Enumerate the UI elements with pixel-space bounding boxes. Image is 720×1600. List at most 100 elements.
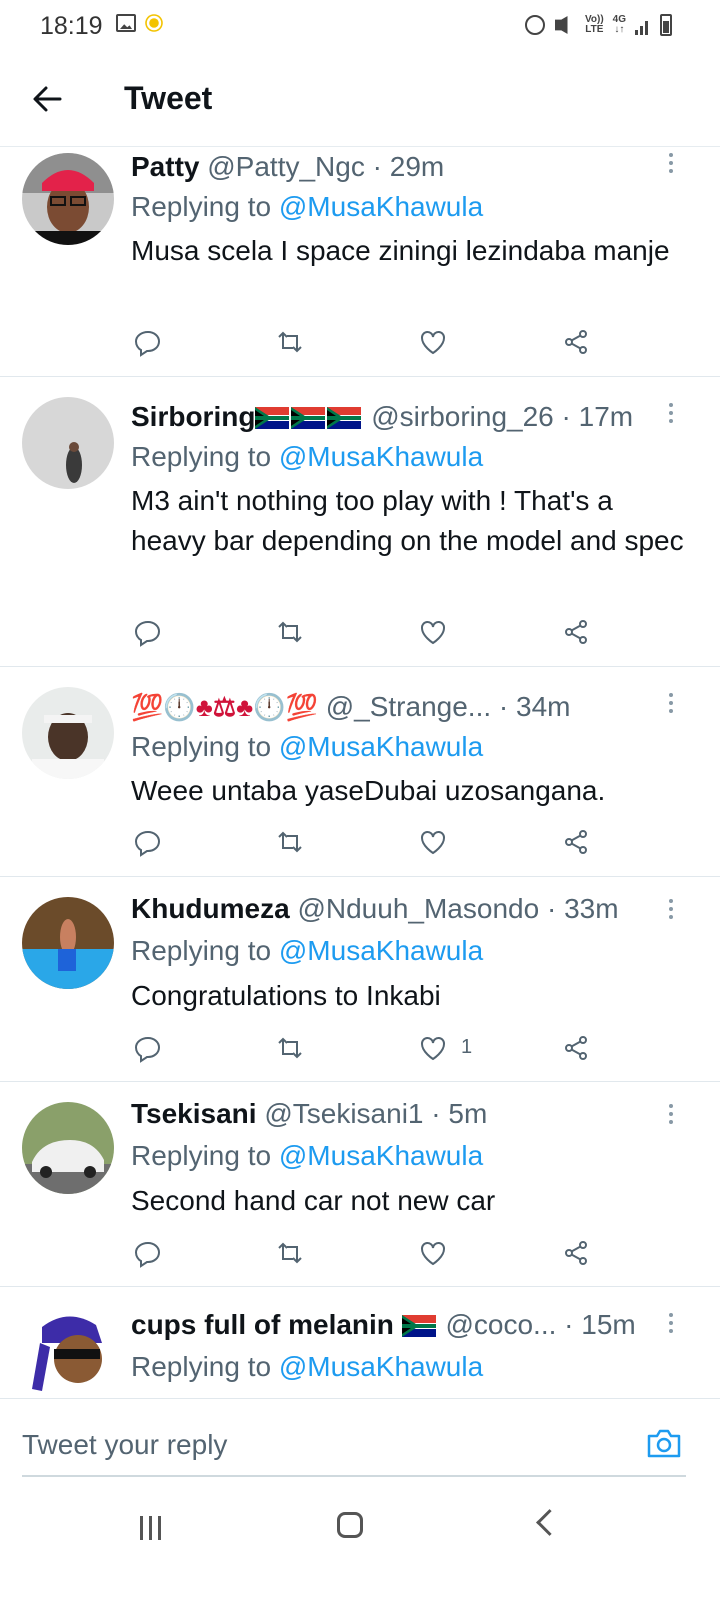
camera-icon: [647, 1429, 681, 1458]
replying-prefix: Replying to: [131, 1140, 279, 1171]
status-time: 18:19: [40, 12, 103, 40]
more-options-button[interactable]: [664, 1313, 678, 1337]
signal-icon: [635, 15, 651, 35]
retweet-button[interactable]: [275, 327, 305, 357]
mention-link[interactable]: @MusaKhawula: [279, 191, 483, 222]
camera-button[interactable]: [646, 1427, 682, 1459]
handle[interactable]: @_Strange...: [326, 691, 491, 722]
share-icon: [565, 620, 587, 644]
reply-item[interactable]: Sirboring @sirboring_26 · 17m Replying t…: [0, 377, 720, 667]
display-name[interactable]: cups full of melanin: [131, 1309, 438, 1340]
south-africa-flag-icon: [255, 407, 290, 429]
reply-text: Musa scela I space ziningi lezindaba man…: [131, 235, 670, 266]
heart-icon: [421, 621, 445, 645]
replying-prefix: Replying to: [131, 935, 279, 966]
avatar[interactable]: [22, 153, 114, 245]
reply-header: Sirboring @sirboring_26 · 17m: [131, 401, 634, 432]
reply-header: 💯🕛♣⚖♣🕛💯 @_Strange... · 34m: [131, 691, 571, 723]
replying-prefix: Replying to: [131, 191, 279, 222]
reply-text: Weee untaba yaseDubai uzosangana.: [131, 775, 606, 806]
avatar[interactable]: [22, 1102, 114, 1194]
volte-bottom: LTE: [585, 24, 604, 35]
reply-header: cups full of melanin @coco... · 15m: [131, 1309, 636, 1340]
replying-to: Replying to @MusaKhawula: [131, 1140, 483, 1172]
reply-item[interactable]: Tsekisani @Tsekisani1 · 5m Replying to @…: [0, 1082, 720, 1287]
handle[interactable]: @Tsekisani1: [264, 1098, 423, 1129]
reply-item[interactable]: Patty @Patty_Ngc · 29m Replying to @Musa…: [0, 147, 720, 377]
handle[interactable]: @coco...: [445, 1309, 556, 1340]
retweet-button[interactable]: [275, 827, 305, 857]
avatar[interactable]: [22, 897, 114, 989]
alarm-icon: [524, 15, 545, 35]
more-options-button[interactable]: [664, 403, 678, 427]
south-africa-flag-icon: [401, 1315, 436, 1337]
like-button[interactable]: [418, 1033, 448, 1063]
reply-button[interactable]: [133, 327, 163, 357]
reply-button[interactable]: [133, 1238, 163, 1268]
action-bar: [133, 327, 603, 357]
comment-icon: [134, 830, 161, 857]
more-options-button[interactable]: [664, 693, 678, 717]
retweet-icon: [278, 621, 302, 643]
like-button[interactable]: [418, 327, 448, 357]
mention-link[interactable]: @MusaKhawula: [279, 935, 483, 966]
home-button[interactable]: [337, 1512, 363, 1538]
share-button[interactable]: [561, 617, 591, 647]
avatar[interactable]: [22, 687, 114, 779]
handle[interactable]: @Nduuh_Masondo: [297, 893, 539, 924]
display-name[interactable]: 💯🕛♣⚖♣🕛💯: [131, 692, 318, 723]
mention-link[interactable]: @MusaKhawula: [279, 1140, 483, 1171]
recent-apps-button[interactable]: [140, 1516, 166, 1540]
reply-text: Congratulations to Inkabi: [131, 980, 441, 1011]
display-name[interactable]: Patty: [131, 151, 199, 182]
avatar[interactable]: [22, 397, 114, 489]
display-name[interactable]: Sirboring: [131, 401, 363, 432]
reply-item[interactable]: 💯🕛♣⚖♣🕛💯 @_Strange... · 34m Replying to @…: [0, 667, 720, 877]
retweet-icon: [278, 831, 302, 853]
mute-icon: [554, 15, 576, 35]
handle[interactable]: @sirboring_26: [371, 401, 554, 432]
back-button[interactable]: [30, 82, 64, 116]
retweet-button[interactable]: [275, 1033, 305, 1063]
system-back-button[interactable]: [536, 1509, 563, 1536]
retweet-icon: [278, 1242, 302, 1264]
share-button[interactable]: [561, 327, 591, 357]
more-options-button[interactable]: [664, 1104, 678, 1128]
timestamp: 34m: [516, 691, 571, 722]
heart-icon: [421, 831, 445, 855]
avatar[interactable]: [22, 1307, 114, 1398]
mention-link[interactable]: @MusaKhawula: [279, 731, 483, 762]
south-africa-flag-icon: [327, 407, 362, 429]
reply-item[interactable]: cups full of melanin @coco... · 15m Repl…: [0, 1287, 720, 1398]
retweet-button[interactable]: [275, 1238, 305, 1268]
mention-link[interactable]: @MusaKhawula: [279, 1351, 483, 1382]
share-button[interactable]: [561, 827, 591, 857]
timestamp: 33m: [564, 893, 619, 924]
input-underline: [22, 1475, 686, 1477]
retweet-icon: [278, 1037, 302, 1059]
like-button[interactable]: [418, 827, 448, 857]
reply-button[interactable]: [133, 1033, 163, 1063]
more-options-button[interactable]: [664, 899, 678, 923]
handle[interactable]: @Patty_Ngc: [207, 151, 365, 182]
reply-input[interactable]: Tweet your reply: [22, 1429, 227, 1461]
like-button[interactable]: [418, 617, 448, 647]
retweet-button[interactable]: [275, 617, 305, 647]
display-name[interactable]: Tsekisani: [131, 1098, 257, 1129]
reply-item[interactable]: Khudumeza @Nduuh_Masondo · 33m Replying …: [0, 877, 720, 1082]
share-button[interactable]: [561, 1033, 591, 1063]
share-button[interactable]: [561, 1238, 591, 1268]
like-button[interactable]: [418, 1238, 448, 1268]
replying-to: Replying to @MusaKhawula: [131, 191, 483, 223]
mention-link[interactable]: @MusaKhawula: [279, 441, 483, 472]
arrow-left-icon: [33, 86, 62, 112]
replying-to: Replying to @MusaKhawula: [131, 441, 483, 473]
comment-icon: [134, 1241, 161, 1268]
more-options-button[interactable]: [664, 153, 678, 177]
display-name[interactable]: Khudumeza: [131, 893, 290, 924]
top-app-bar: Tweet: [0, 52, 720, 147]
reply-button[interactable]: [133, 827, 163, 857]
status-bar: 18:19 Vo)) LTE 4G ↓↑: [0, 0, 720, 52]
reply-button[interactable]: [133, 617, 163, 647]
replying-prefix: Replying to: [131, 731, 279, 762]
